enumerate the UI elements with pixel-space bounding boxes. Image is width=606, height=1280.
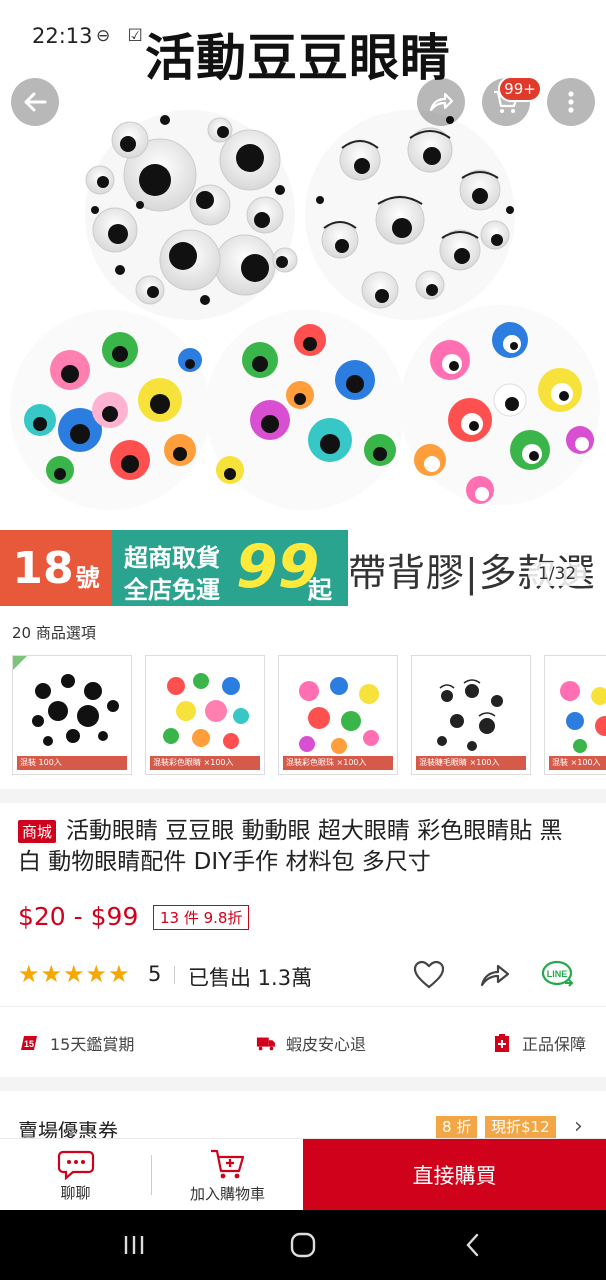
- bulk-discount-tag[interactable]: 13 件 9.8折: [153, 905, 250, 930]
- banner-price: 99: [236, 532, 320, 602]
- heart-icon: [413, 960, 445, 989]
- share-icon: [429, 92, 454, 112]
- cart-count-badge: 99+: [498, 76, 542, 102]
- sold-count: 已售出 1.3萬: [188, 966, 313, 990]
- more-options-button[interactable]: [547, 78, 595, 126]
- guarantee-label: 蝦皮安心退: [286, 1035, 367, 1054]
- hero-title: 活動豆豆眼睛: [145, 29, 451, 87]
- arrow-left-icon: [24, 92, 47, 112]
- product-page: 22:13 ⊖ ☑ 活動豆豆眼睛 99+ 18 號 超商取貨 全店免運 99 起…: [0, 0, 606, 1280]
- share-button[interactable]: [417, 78, 465, 126]
- svg-text:15: 15: [24, 1039, 34, 1049]
- banner-line-1: 超商取貨: [124, 544, 220, 572]
- product-title: 活動眼睛 豆豆眼 動動眼 超大眼睛 彩色眼睛貼 黑白 動物眼睛配件 DIY手作 …: [18, 818, 563, 875]
- recent-apps-button[interactable]: [114, 1230, 154, 1260]
- guarantee-label: 15天鑑賞期: [50, 1035, 135, 1054]
- add-cart-icon: [210, 1149, 244, 1178]
- product-price: $20 - $99: [18, 902, 139, 931]
- back-button[interactable]: [11, 78, 59, 126]
- section-divider: [0, 789, 606, 803]
- options-count-label: 20 商品選項: [12, 624, 96, 642]
- buy-now-button[interactable]: 直接購買: [303, 1139, 606, 1211]
- voucher-tag[interactable]: 8 折: [436, 1116, 478, 1138]
- system-nav-bar: [0, 1210, 606, 1280]
- status-icons: ⊖ ☑: [96, 26, 149, 46]
- add-to-cart-label: 加入購物車: [189, 1184, 265, 1203]
- line-share-button[interactable]: LINE: [540, 956, 578, 994]
- banner-price-suffix: 起: [308, 576, 332, 604]
- image-counter: 1/32: [528, 562, 587, 586]
- fifteen-day-icon: 15: [20, 1033, 40, 1053]
- chevron-right-icon[interactable]: ›: [574, 1114, 583, 1139]
- chat-label: 聊聊: [60, 1183, 91, 1202]
- bottom-action-bar: 聊聊 加入購物車 直接購買: [0, 1138, 606, 1211]
- product-image-carousel[interactable]: 22:13 ⊖ ☑ 活動豆豆眼睛 99+ 18 號 超商取貨 全店免運 99 起…: [0, 0, 606, 615]
- svg-text:LINE: LINE: [547, 969, 568, 979]
- authentic-icon: [492, 1033, 512, 1053]
- option-thumbnails: 混裝 100入 混裝彩色眼睛 ×100入 混裝彩色眼珠 ×100入 混裝睫毛眼睛…: [12, 655, 606, 775]
- home-button[interactable]: [283, 1230, 323, 1260]
- option-thumb-caption: 混裝 100入: [17, 756, 127, 770]
- share-icon: [480, 964, 510, 987]
- home-icon: [290, 1232, 316, 1258]
- truck-return-icon: [256, 1033, 276, 1053]
- guarantee-label: 正品保障: [522, 1035, 587, 1054]
- more-vertical-icon: [568, 91, 574, 113]
- promo-banner: 18 號 超商取貨 全店免運 99 起 帶背膠|多款選: [0, 530, 606, 606]
- chat-icon: [57, 1150, 94, 1180]
- banner-shipping-block: 超商取貨 全店免運 99 起: [112, 530, 348, 606]
- option-thumb-caption: 混裝 ×100入: [549, 756, 606, 770]
- system-back-button[interactable]: [453, 1230, 493, 1260]
- option-thumb-caption: 混裝睫毛眼睛 ×100入: [416, 756, 526, 770]
- share-product-button[interactable]: [476, 956, 514, 994]
- line-icon: LINE: [541, 960, 574, 987]
- banner-day-suffix: 號: [75, 563, 100, 592]
- recent-apps-icon: [124, 1236, 144, 1254]
- chat-button[interactable]: 聊聊: [0, 1139, 151, 1211]
- option-thumb-5[interactable]: 混裝 ×100入: [544, 655, 606, 775]
- option-thumb-3[interactable]: 混裝彩色眼珠 ×100入: [278, 655, 398, 775]
- banner-line-2: 全店免運: [124, 576, 220, 604]
- section-divider: [0, 1077, 606, 1091]
- option-thumb-2[interactable]: 混裝彩色眼睛 ×100入: [145, 655, 265, 775]
- mall-tag: 商城: [18, 820, 57, 843]
- status-time: 22:13: [32, 24, 93, 48]
- chevron-left-icon: [466, 1233, 479, 1257]
- like-button[interactable]: [410, 956, 448, 994]
- option-thumb-caption: 混裝彩色眼睛 ×100入: [150, 756, 260, 770]
- rating-separator: [174, 966, 175, 984]
- option-thumb-1[interactable]: 混裝 100入: [12, 655, 132, 775]
- guarantee-item: 蝦皮安心退: [256, 1031, 366, 1055]
- option-thumb-caption: 混裝彩色眼珠 ×100入: [283, 756, 393, 770]
- guarantee-item: 正品保障: [492, 1031, 586, 1055]
- rating-stars: ★★★★★: [18, 960, 131, 988]
- add-to-cart-button[interactable]: 加入購物車: [152, 1139, 303, 1211]
- voucher-tag[interactable]: 現折$12: [485, 1116, 556, 1138]
- banner-day-number: 18: [12, 542, 74, 594]
- guarantee-item: 15 15天鑑賞期: [20, 1031, 134, 1055]
- option-thumb-4[interactable]: 混裝睫毛眼睛 ×100入: [411, 655, 531, 775]
- guarantees-row[interactable]: 15 15天鑑賞期 蝦皮安心退 正品保障: [0, 1006, 606, 1076]
- banner-date-block: 18 號: [0, 530, 112, 606]
- rating-value: 5: [148, 962, 162, 986]
